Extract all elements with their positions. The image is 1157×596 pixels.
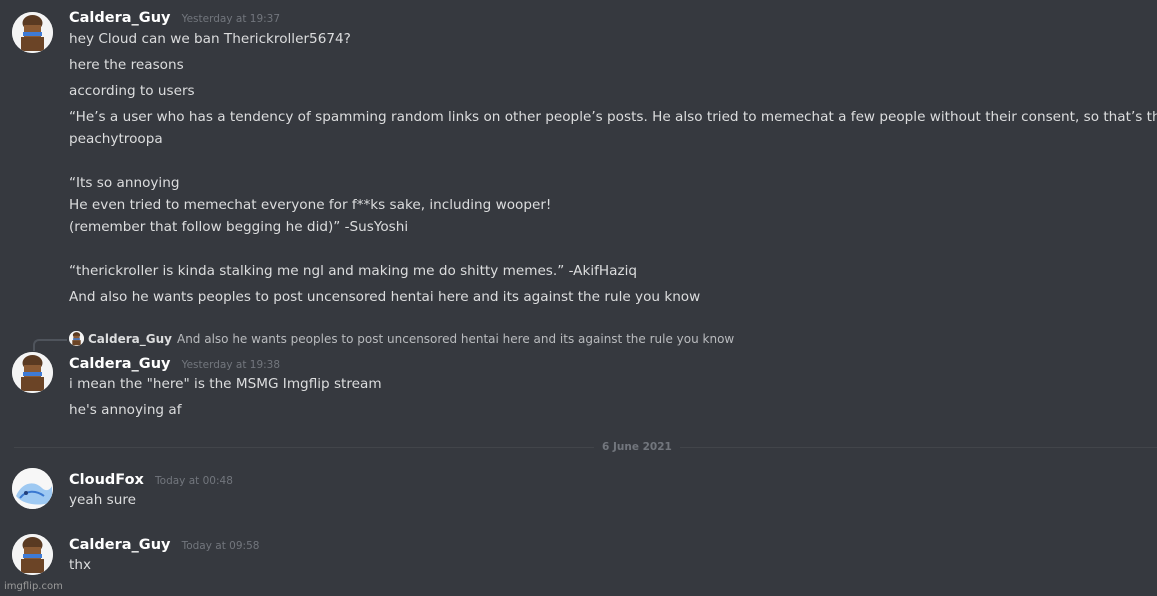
message-line: thx [69,557,91,573]
caldera-guy-avatar-icon[interactable] [12,534,53,575]
message-header: Caldera_Guy Yesterday at 19:38 [69,353,280,372]
message-line: “He’s a user who has a tendency of spamm… [69,109,1157,125]
imgflip-watermark: imgflip.com [4,581,63,592]
message-line: “therickroller is kinda stalking me ngl … [69,263,638,279]
timestamp[interactable]: Yesterday at 19:38 [182,359,280,371]
message-line: yeah sure [69,492,137,508]
message-line: He even tried to memechat everyone for f… [69,197,552,213]
message-line: according to users [69,83,195,99]
timestamp[interactable]: Today at 09:58 [182,540,260,552]
caldera-guy-avatar-icon[interactable] [12,352,53,393]
reply-avatar-icon [69,331,84,346]
message-line: here the reasons [69,57,184,73]
reply-reference[interactable]: Caldera_Guy And also he wants peoples to… [69,331,734,346]
message-line: hey Cloud can we ban Therickroller5674? [69,31,351,47]
date-divider-label: 6 June 2021 [594,441,680,453]
message-line: peachytroopa [69,131,163,147]
message-header: Caldera_Guy Today at 09:58 [69,534,259,553]
timestamp[interactable]: Today at 00:48 [155,475,233,487]
message-header: CloudFox Today at 00:48 [69,469,233,488]
message-line: And also he wants peoples to post uncens… [69,289,701,305]
reply-username[interactable]: Caldera_Guy [88,332,172,346]
reply-connector [33,339,67,351]
username[interactable]: CloudFox [69,472,144,488]
reply-text: And also he wants peoples to post uncens… [176,331,735,346]
message-line: “Its so annoying [69,175,180,191]
username[interactable]: Caldera_Guy [69,356,170,372]
date-divider [14,447,1157,448]
username[interactable]: Caldera_Guy [69,10,170,26]
message-line: i mean the "here" is the MSMG Imgflip st… [69,376,382,392]
caldera-guy-avatar-icon[interactable] [12,12,53,53]
timestamp[interactable]: Yesterday at 19:37 [182,13,280,25]
message-line: he's annoying af [69,402,182,418]
message-header: Caldera_Guy Yesterday at 19:37 [69,7,280,26]
message-line: (remember that follow begging he did)” -… [69,219,409,235]
username[interactable]: Caldera_Guy [69,537,170,553]
chat-messages: Caldera_Guy Yesterday at 19:37 hey Cloud… [0,0,1157,596]
cloudfox-avatar-icon[interactable] [12,468,53,509]
